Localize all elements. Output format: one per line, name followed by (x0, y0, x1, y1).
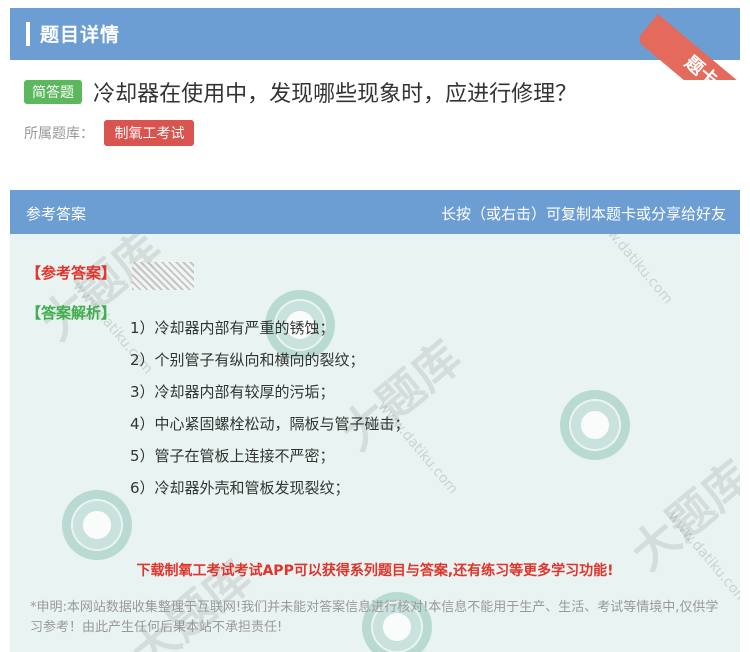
page-title: 题目详情 (40, 24, 121, 46)
corner-badge: 题卡 (640, 14, 750, 80)
answer-step: 4）中心紧固螺栓松动，隔板与管子碰击； (130, 415, 410, 433)
answer-image (132, 262, 194, 290)
answer-step: 6）冷却器外壳和管板发现裂纹； (130, 479, 350, 497)
header-accent-bar (26, 22, 30, 46)
answer-step: 1）冷却器内部有严重的锈蚀； (130, 319, 335, 337)
answer-header: 参考答案 长按（或右击）可复制本题卡或分享给好友 (10, 190, 740, 234)
watermark-logo-icon (560, 390, 630, 460)
answer-steps-list: 1）冷却器内部有严重的锈蚀； 2）个别管子有纵向和横向的裂纹； 3）冷却器内部有… (130, 318, 410, 510)
question-type-badge: 简答题 (24, 80, 82, 104)
question-bank-row: 所属题库： 制氧工考试 (24, 120, 195, 146)
answer-step: 5）管子在管板上连接不严密； (130, 447, 335, 465)
disclaimer: *申明:本网站数据收集整理于互联网!我们并未能对答案信息进行核对!本信息不能用于… (30, 600, 719, 635)
answer-step: 3）冷却器内部有较厚的污垢； (130, 383, 335, 401)
corner-ribbon: 题卡 (640, 0, 750, 80)
analysis-tag: 【答案解析】 (26, 304, 117, 322)
answer-step: 2）个别管子有纵向和横向的裂纹； (130, 351, 365, 369)
question-header: 简答题 冷却器在使用中，发现哪些现象时，应进行修理？ (24, 76, 730, 108)
page-header: 题目详情 (10, 8, 740, 60)
answer-header-title: 参考答案 (26, 205, 87, 223)
app-promo-link[interactable]: 下载制氧工考试考试APP可以获得系列题目与答案,还有练习等更多学习功能! (10, 560, 740, 580)
share-hint: 长按（或右击）可复制本题卡或分享给好友 (440, 205, 726, 223)
ref-answer-tag: 【参考答案】 (26, 264, 117, 282)
question-title: 冷却器在使用中，发现哪些现象时，应进行修理？ (93, 82, 578, 107)
bank-tag-link[interactable]: 制氧工考试 (104, 120, 195, 146)
bank-label: 所属题库： (24, 126, 94, 142)
watermark-logo-icon (62, 490, 132, 560)
answer-panel: 大题库 大题库 大题库 大题库 www.datiku.com www.datik… (10, 190, 740, 652)
